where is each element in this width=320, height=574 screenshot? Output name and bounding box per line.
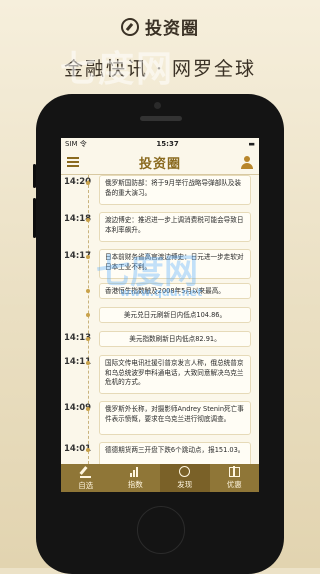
news-card[interactable]: 美元指数刷新日内低点82.91。 [99, 331, 251, 347]
status-time: 15:37 [156, 140, 179, 148]
menu-list-icon[interactable] [67, 157, 79, 167]
tab-index[interactable]: 指数 [111, 464, 161, 492]
timeline-time: 14:09 [64, 403, 92, 413]
tab-deals[interactable]: 优惠 [210, 464, 260, 492]
user-icon[interactable] [240, 155, 253, 169]
news-timeline[interactable]: 14:20 俄罗斯国防部：将于9月举行战略导弹部队及装备的重大演习。 14:18… [61, 175, 259, 468]
tab-label: 发现 [177, 480, 193, 489]
tab-bar: 自选 指数 发现 优惠 [61, 464, 259, 492]
timeline-dot [86, 337, 90, 341]
status-bar: SIM 令 15:37 ▬ [61, 138, 259, 150]
news-card[interactable]: 香港恒生指数触及2008年5月以来最高。 [99, 283, 251, 299]
gift-icon [228, 465, 240, 477]
timeline-dot [86, 289, 90, 293]
timeline-dot [86, 361, 90, 365]
news-card[interactable]: 俄罗斯外长称，对摄影师Andrey Stenin死亡事件表示愤慨，要求在乌克兰进… [99, 401, 251, 435]
news-card[interactable]: 国际文传电讯社援引普京发言人称，俄总统普京和乌总统波罗申科通电话，大致同意解决乌… [99, 355, 251, 394]
news-card[interactable]: 日本前财务省高官渡边博史：日元进一步走软对日本工业不利。 [99, 249, 251, 279]
compass-icon [121, 17, 139, 36]
timeline-dot [86, 313, 90, 317]
news-card[interactable]: 俄罗斯国防部：将于9月举行战略导弹部队及装备的重大演习。 [99, 175, 251, 205]
battery-icon: ▬ [248, 140, 255, 148]
timeline-time: 14:20 [64, 177, 92, 187]
phone-side-button [33, 164, 36, 188]
news-card[interactable]: 美元兑日元刷新日内低点104.86。 [99, 307, 251, 323]
nav-title: 投资圈 [138, 156, 181, 172]
chart-icon [129, 466, 141, 477]
speaker-grille [140, 116, 182, 121]
timeline-time: 14:11 [64, 357, 92, 367]
pencil-icon [80, 466, 92, 478]
carrier-label: SIM 令 [65, 140, 87, 148]
phone-volume-button [33, 198, 36, 238]
home-button[interactable] [137, 506, 185, 554]
timeline-dot [86, 218, 90, 222]
app-screen: SIM 令 15:37 ▬ 投资圈 14:20 俄罗斯国防部：将于9月举行战略导… [61, 138, 259, 492]
tab-favorites[interactable]: 自选 [61, 464, 111, 492]
timeline-time: 14:01 [64, 444, 92, 454]
news-card[interactable]: 渡边博史：推迟进一步上调消费税可能会导致日本利率飙升。 [99, 212, 251, 242]
nav-bar: 投资圈 [61, 150, 259, 175]
camera-icon [154, 102, 161, 109]
timeline-time: 14:13 [64, 333, 92, 343]
promo-app-title: 投资圈 [145, 19, 199, 39]
timeline-time: 14:18 [64, 214, 92, 224]
promo-tagline: 金融快讯 · 网罗全球 [63, 57, 257, 80]
tab-label: 优惠 [226, 479, 242, 489]
compass-icon [179, 466, 191, 477]
timeline-dot [86, 407, 90, 411]
tab-label: 指数 [127, 479, 143, 489]
tab-label: 自选 [78, 480, 94, 490]
timeline-dot [86, 255, 90, 259]
promo-header: 投资圈 金融快讯 · 网罗全球 [0, 14, 320, 81]
timeline-dot [86, 448, 90, 452]
timeline-dot [86, 181, 90, 185]
tab-discover[interactable]: 发现 [160, 464, 210, 492]
timeline-time: 14:17 [64, 251, 92, 261]
